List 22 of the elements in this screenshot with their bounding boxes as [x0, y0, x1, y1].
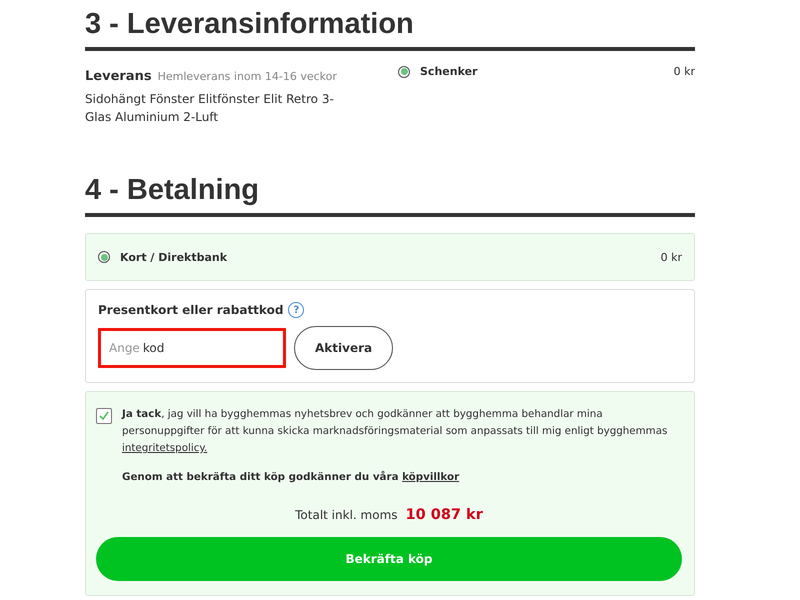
total-amount: 10 087 kr: [406, 507, 483, 523]
shipping-price: 0 kr: [674, 65, 695, 78]
payment-price: 0 kr: [660, 250, 682, 264]
consent-text: Ja tack, jag vill ha bygghemmas nyhetsbrev och godkänner att bygghemma behandlar mina personuppgifter för att kunna skicka marknadsföringsmaterial som anpassats till mig enligt bygghemmas integritetspolicy.: [122, 407, 668, 456]
product-name: Sidohängt Fönster Elitfönster Elit Retro 3-Glas Aluminium 2-Luft: [85, 91, 335, 126]
activate-button[interactable]: Aktivera: [294, 326, 394, 370]
voucher-label: Presentkort eller rabattkod: [98, 303, 284, 317]
section-heading: 3 - Leveransinformation: [85, 8, 695, 51]
privacy-link[interactable]: integritetspolicy.: [122, 442, 208, 454]
check-icon: [98, 410, 110, 422]
delivery-note: Hemleverans inom 14-16 veckor: [158, 70, 337, 83]
radio-button[interactable]: [398, 66, 410, 78]
radio-button[interactable]: [98, 251, 110, 263]
delivery-label: Leverans: [85, 69, 152, 84]
terms-link[interactable]: köpvillkor: [402, 471, 460, 483]
payment-option: Kort / Direktbank: [120, 250, 228, 264]
section-heading: 4 - Betalning: [85, 174, 695, 217]
input-field[interactable]: Ange kod: [98, 328, 286, 368]
terms-text: Genom att bekräfta ditt köp godkänner du våra köpvillkor: [122, 471, 460, 483]
total-label: Totalt inkl. moms: [295, 508, 398, 522]
checkbox[interactable]: [96, 408, 112, 424]
shipping-option: Schenker: [420, 65, 478, 78]
